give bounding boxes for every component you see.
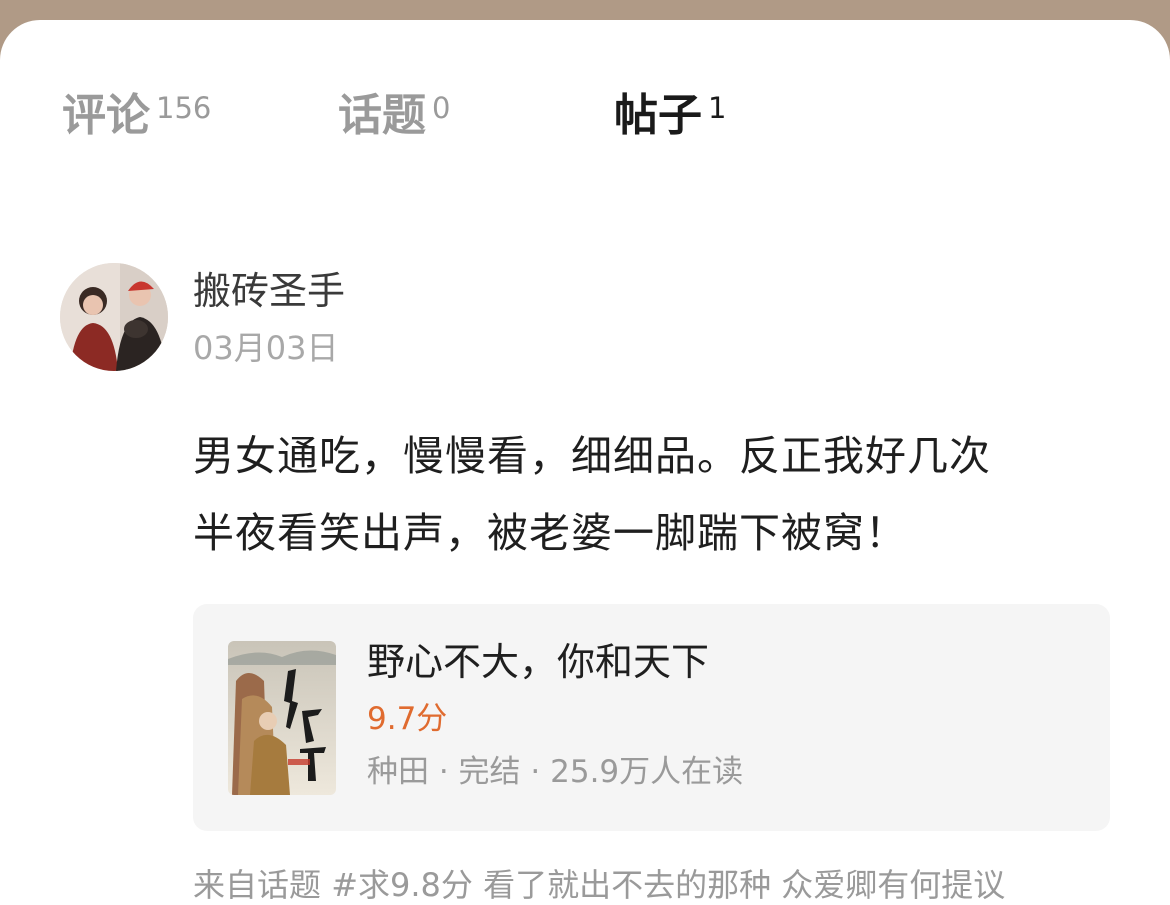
tab-topics-label: 话题 <box>338 90 426 141</box>
comments-sheet: 评论 156 话题 0 帖子 1 搬砖圣手 03月03日 男女通吃，慢慢看，细细… <box>0 20 1170 905</box>
tab-posts-label: 帖子 <box>614 90 702 141</box>
avatar-photo-icon <box>60 263 168 371</box>
post-content-line: 男女通吃，慢慢看，细细品。反正我好几次 <box>193 432 991 480</box>
tab-posts[interactable]: 帖子 1 <box>614 88 726 144</box>
book-card[interactable]: 野心不大，你和天下 9.7分 种田 · 完结 · 25.9万人在读 <box>193 604 1110 831</box>
book-score: 9.7分 <box>367 701 448 737</box>
tab-topics-count: 0 <box>432 91 451 125</box>
tab-comments[interactable]: 评论 156 <box>62 88 211 144</box>
tab-posts-count: 1 <box>708 91 727 125</box>
tab-bar: 评论 156 话题 0 帖子 1 <box>0 20 1170 180</box>
book-cover <box>228 641 336 795</box>
tab-comments-count: 156 <box>156 91 212 125</box>
topic-source: 来自话题 #求9.8分 看了就出不去的那种 众爱卿有何提议 <box>193 864 1005 905</box>
book-meta: 种田 · 完结 · 25.9万人在读 <box>367 754 744 790</box>
post-date: 03月03日 <box>193 329 339 367</box>
tab-comments-label: 评论 <box>62 90 150 141</box>
book-title: 野心不大，你和天下 <box>367 640 710 684</box>
post-content-line: 半夜看笑出声，被老婆一脚踹下被窝！ <box>193 509 907 557</box>
avatar[interactable] <box>60 263 168 371</box>
post-content: 男女通吃，慢慢看，细细品。反正我好几次 半夜看笑出声，被老婆一脚踹下被窝！ <box>193 418 1123 572</box>
username[interactable]: 搬砖圣手 <box>193 268 345 314</box>
topic-link[interactable]: #求9.8分 看了就出不去的那种 众爱卿有何提议 <box>331 866 1005 904</box>
topic-source-prefix: 来自话题 <box>193 866 322 904</box>
tab-topics[interactable]: 话题 0 <box>338 88 450 144</box>
book-cover-art-icon <box>228 641 336 795</box>
